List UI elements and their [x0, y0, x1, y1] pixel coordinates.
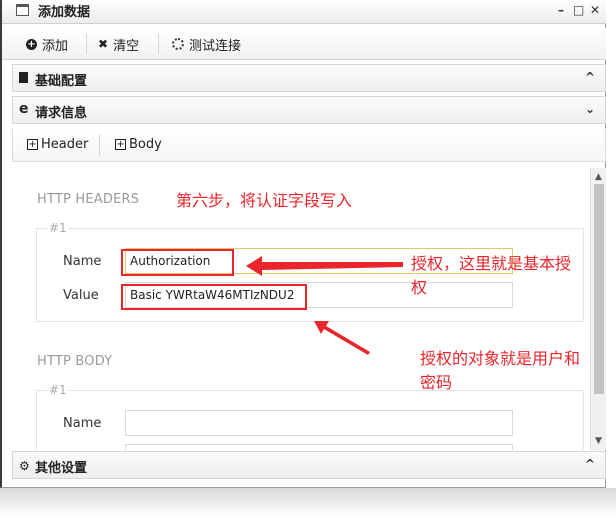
arrow-to-value-field [314, 321, 370, 355]
arrow-to-name-field [246, 256, 403, 276]
annotation-arrows [246, 256, 403, 355]
